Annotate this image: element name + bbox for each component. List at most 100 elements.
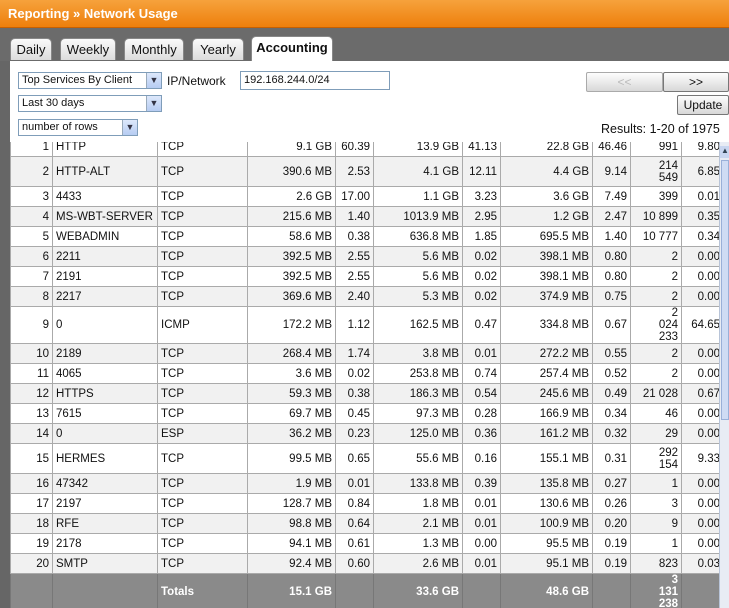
sessions-cell: 2	[630, 286, 682, 307]
received-cell: 369.6 MB	[247, 286, 336, 307]
scrollbar-thumb[interactable]	[721, 160, 729, 420]
protocol-cell: TCP	[157, 206, 248, 227]
sent-cell: 2.1 MB	[373, 513, 463, 534]
period-select[interactable]: Last 30 days ▼	[18, 95, 162, 112]
protocol-cell: ESP	[157, 423, 248, 444]
rank-cell: 16	[10, 473, 53, 494]
protocol-cell: TCP	[157, 142, 248, 157]
sessions-cell: 823	[630, 553, 682, 574]
sessions-pct-cell: 0.00	[681, 363, 719, 384]
report-type-select[interactable]: Top Services By Client ▼	[18, 72, 162, 89]
totals-empty-cell	[681, 573, 719, 608]
sent-cell: 636.8 MB	[373, 226, 463, 247]
received-cell: 59.3 MB	[247, 383, 336, 404]
received-cell: 268.4 MB	[247, 343, 336, 364]
rank-cell: 9	[10, 306, 53, 344]
sessions-pct-cell: 0.00	[681, 423, 719, 444]
sent-pct-cell: 2.95	[462, 206, 501, 227]
total-pct-cell: 1.40	[592, 226, 631, 247]
service-cell: 2197	[52, 493, 158, 514]
received-pct-cell: 0.45	[335, 403, 374, 424]
sent-cell: 1.3 MB	[373, 533, 463, 554]
total-cell: 1.2 GB	[500, 206, 593, 227]
received-cell: 98.8 MB	[247, 513, 336, 534]
totals-empty-cell	[335, 573, 374, 608]
total-cell: 166.9 MB	[500, 403, 593, 424]
sessions-cell: 46	[630, 403, 682, 424]
service-cell: 7615	[52, 403, 158, 424]
received-pct-cell: 0.02	[335, 363, 374, 384]
protocol-cell: TCP	[157, 493, 248, 514]
sent-cell: 55.6 MB	[373, 443, 463, 474]
tab-weekly[interactable]: Weekly	[60, 38, 116, 60]
totals-sent: 33.6 GB	[373, 573, 463, 608]
table-row: 16 47342 TCP 1.9 MB 0.01 133.8 MB 0.39 135.8 MB…	[10, 473, 719, 494]
rows-select[interactable]: number of rows ▼	[18, 119, 138, 136]
total-cell: 4.4 GB	[500, 156, 593, 187]
scroll-up-arrow-icon[interactable]: ▲	[720, 146, 729, 158]
sent-pct-cell: 41.13	[462, 142, 501, 157]
sessions-pct-cell: 0.00	[681, 343, 719, 364]
protocol-cell: TCP	[157, 403, 248, 424]
sent-pct-cell: 0.36	[462, 423, 501, 444]
rank-cell: 8	[10, 286, 53, 307]
sessions-pct-cell: 0.00	[681, 286, 719, 307]
received-cell: 390.6 MB	[247, 156, 336, 187]
usage-table-container: 1 HTTP TCP 9.1 GB 60.39 13.9 GB 41.13 22.8 GB 46…	[10, 142, 719, 608]
table-row: 1 HTTP TCP 9.1 GB 60.39 13.9 GB 41.13 22.8 GB 46…	[10, 142, 719, 157]
tab-yearly[interactable]: Yearly	[192, 38, 244, 60]
total-cell: 22.8 GB	[500, 142, 593, 157]
total-pct-cell: 0.34	[592, 403, 631, 424]
total-cell: 245.6 MB	[500, 383, 593, 404]
tab-daily[interactable]: Daily	[10, 38, 52, 60]
report-type-value: Top Services By Client	[22, 74, 133, 86]
received-pct-cell: 0.60	[335, 553, 374, 574]
sent-pct-cell: 0.16	[462, 443, 501, 474]
total-pct-cell: 0.31	[592, 443, 631, 474]
sent-pct-cell: 0.01	[462, 493, 501, 514]
total-pct-cell: 0.32	[592, 423, 631, 444]
protocol-cell: TCP	[157, 156, 248, 187]
total-pct-cell: 0.20	[592, 513, 631, 534]
total-cell: 135.8 MB	[500, 473, 593, 494]
tab-accounting[interactable]: Accounting	[251, 36, 333, 61]
total-pct-cell: 0.67	[592, 306, 631, 344]
sessions-cell: 214 549	[630, 156, 682, 187]
results-count: Results: 1-20 of 1975	[601, 122, 720, 136]
protocol-cell: TCP	[157, 443, 248, 474]
tab-monthly[interactable]: Monthly	[124, 38, 184, 60]
ip-network-input[interactable]: 192.168.244.0/24	[240, 71, 390, 90]
service-cell: 2211	[52, 246, 158, 267]
total-pct-cell: 0.55	[592, 343, 631, 364]
received-pct-cell: 0.65	[335, 443, 374, 474]
total-cell: 257.4 MB	[500, 363, 593, 384]
previous-page-button[interactable]: <<	[586, 72, 663, 92]
sessions-pct-cell: 0.00	[681, 403, 719, 424]
table-scrollbar[interactable]: ▲	[719, 142, 729, 608]
totals-empty-cell	[52, 573, 158, 608]
table-row: 18 RFE TCP 98.8 MB 0.64 2.1 MB 0.01 100.9 MB 0.2…	[10, 513, 719, 534]
totals-empty-cell	[10, 573, 53, 608]
total-pct-cell: 0.75	[592, 286, 631, 307]
service-cell: WEBADMIN	[52, 226, 158, 247]
service-cell: 4433	[52, 186, 158, 207]
update-button[interactable]: Update	[677, 95, 729, 115]
chevron-down-icon: ▼	[146, 73, 161, 88]
sent-pct-cell: 3.23	[462, 186, 501, 207]
total-cell: 161.2 MB	[500, 423, 593, 444]
received-pct-cell: 0.38	[335, 226, 374, 247]
total-cell: 398.1 MB	[500, 246, 593, 267]
sent-pct-cell: 0.39	[462, 473, 501, 494]
sent-pct-cell: 0.28	[462, 403, 501, 424]
sessions-cell: 292 154	[630, 443, 682, 474]
rank-cell: 4	[10, 206, 53, 227]
total-cell: 334.8 MB	[500, 306, 593, 344]
rank-cell: 17	[10, 493, 53, 514]
sessions-cell: 1	[630, 533, 682, 554]
received-pct-cell: 17.00	[335, 186, 374, 207]
next-page-button[interactable]: >>	[663, 72, 729, 92]
total-cell: 95.5 MB	[500, 533, 593, 554]
received-pct-cell: 0.01	[335, 473, 374, 494]
protocol-cell: TCP	[157, 533, 248, 554]
received-pct-cell: 1.74	[335, 343, 374, 364]
